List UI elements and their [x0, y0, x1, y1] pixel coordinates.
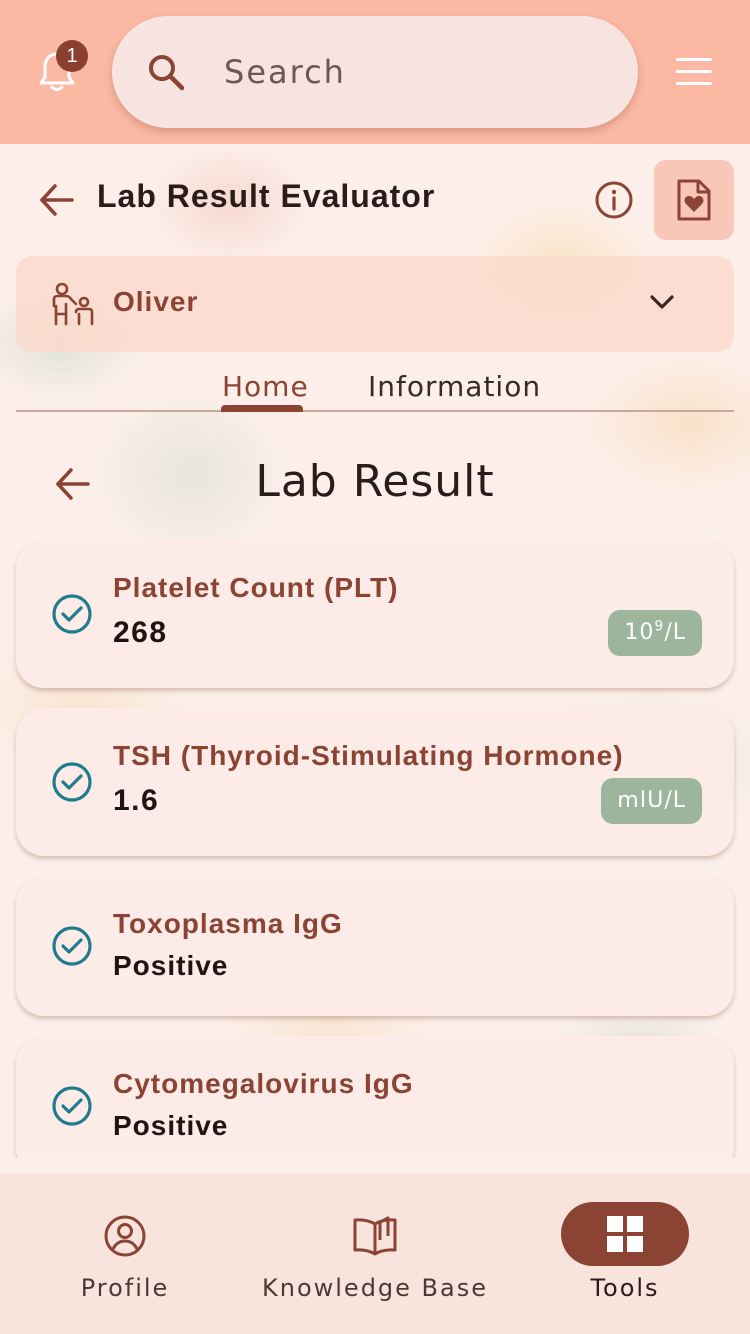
check-circle-icon — [52, 1086, 92, 1126]
result-name: Toxoplasma IgG — [113, 908, 343, 939]
page-title: Lab Result Evaluator — [97, 178, 436, 214]
result-name: Platelet Count (PLT) — [113, 572, 399, 603]
result-card-platelet[interactable]: Platelet Count (PLT) 268 109/L — [16, 540, 734, 688]
result-card-cytomegalovirus[interactable]: Cytomegalovirus IgG Positive — [16, 1036, 734, 1158]
result-value: Positive — [113, 1110, 229, 1141]
chevron-down-icon — [650, 295, 674, 309]
top-header: 1 — [0, 0, 750, 144]
search-icon — [149, 55, 185, 91]
patient-name: Oliver — [113, 286, 199, 317]
tab-information[interactable]: Information — [368, 370, 541, 403]
book-icon — [353, 1216, 397, 1256]
result-card-tsh[interactable]: TSH (Thyroid-Stimulating Hormone) 1.6 mI… — [16, 708, 734, 856]
notification-badge: 1 — [56, 40, 88, 72]
search-input[interactable] — [224, 46, 604, 98]
lab-result-list[interactable]: Platelet Count (PLT) 268 109/L TSH (Thyr… — [0, 540, 750, 1158]
search-bar[interactable] — [112, 16, 638, 128]
result-value: 268 — [113, 616, 168, 649]
tab-home[interactable]: Home — [222, 370, 309, 403]
bottom-navigation: Profile Knowledge Base Tools — [0, 1174, 750, 1334]
check-circle-icon — [52, 926, 92, 966]
profile-icon — [104, 1215, 146, 1257]
check-circle-icon — [52, 594, 92, 634]
result-value: Positive — [113, 950, 229, 981]
result-name: Cytomegalovirus IgG — [113, 1068, 414, 1099]
patient-selector[interactable]: Oliver — [16, 256, 734, 352]
info-icon[interactable] — [594, 180, 634, 220]
result-name: TSH (Thyroid-Stimulating Hormone) — [113, 740, 624, 771]
unit-badge: mIU/L — [601, 778, 702, 824]
check-circle-icon — [52, 762, 92, 802]
health-document-icon — [677, 179, 711, 221]
result-card-toxoplasma[interactable]: Toxoplasma IgG Positive — [16, 876, 734, 1016]
unit-badge: 109/L — [608, 610, 702, 656]
section-title: Lab Result — [255, 456, 495, 507]
hamburger-menu-icon[interactable] — [676, 58, 712, 86]
nav-label: Knowledge Base — [262, 1274, 488, 1302]
active-nav-pill — [561, 1202, 689, 1266]
health-document-button[interactable] — [654, 160, 734, 240]
parent-child-icon — [52, 282, 94, 326]
back-arrow-icon[interactable] — [38, 182, 76, 218]
nav-label: Profile — [80, 1274, 170, 1302]
nav-label: Tools — [590, 1274, 660, 1302]
result-value: 1.6 — [113, 784, 160, 817]
grid-icon — [607, 1216, 643, 1252]
nav-knowledge-base[interactable]: Knowledge Base — [250, 1174, 500, 1334]
active-tab-indicator — [221, 405, 303, 412]
nav-profile[interactable]: Profile — [0, 1174, 250, 1334]
tabs-divider — [16, 410, 734, 412]
nav-tools[interactable]: Tools — [500, 1174, 750, 1334]
